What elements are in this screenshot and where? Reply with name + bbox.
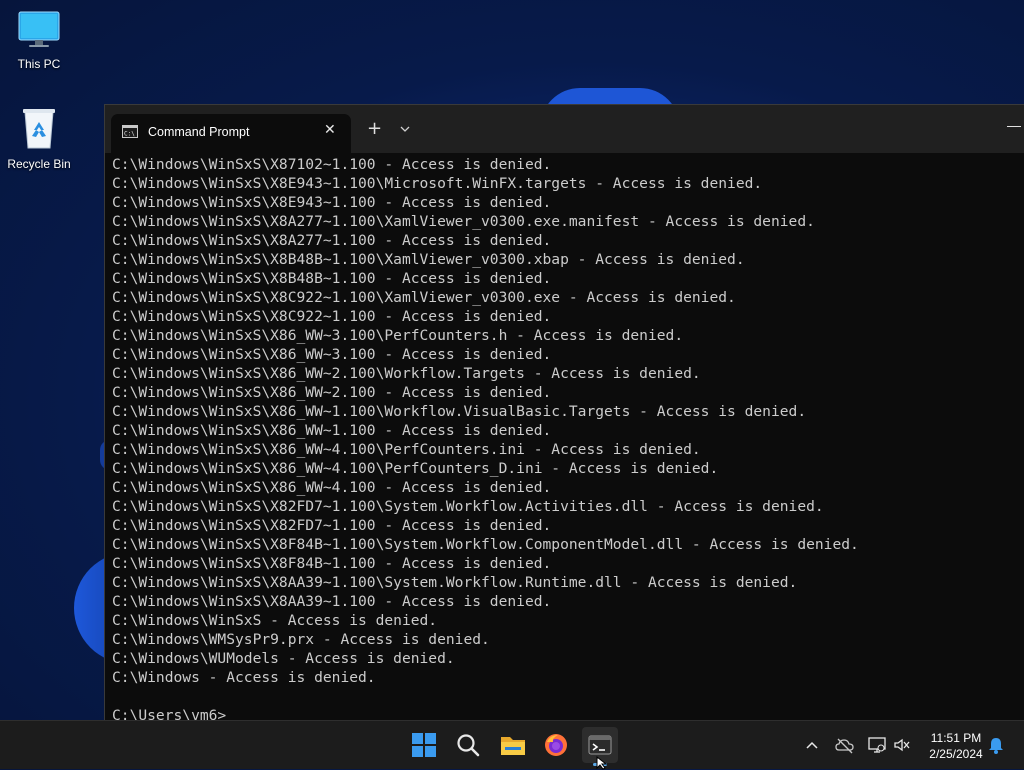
terminal-line: C:\Windows\WinSxS\X8E943~1.100\Microsoft… (112, 175, 763, 192)
chevron-up-icon[interactable] (805, 738, 819, 752)
search-icon (457, 734, 480, 757)
taskbar: 11:51 PM 2/25/2024 (0, 720, 1024, 769)
terminal-icon (588, 735, 612, 755)
terminal-line: C:\Windows\WinSxS\X86_WW~2.100 - Access … (112, 384, 552, 401)
file-explorer-button[interactable] (494, 727, 530, 763)
desktop-icon-label: Recycle Bin (7, 157, 71, 171)
clock-date: 2/25/2024 (929, 747, 983, 761)
firefox-icon (545, 734, 567, 756)
desktop-icon-this-pc[interactable]: This PC (0, 10, 79, 71)
desktop-icon-label: This PC (17, 57, 61, 71)
terminal-line: C:\Windows\WinSxS\X8C922~1.100\XamlViewe… (112, 289, 736, 306)
recycle-bin-icon (23, 109, 55, 149)
taskbar-clock[interactable]: 11:51 PM 2/25/2024 (918, 730, 994, 762)
start-button[interactable] (406, 727, 442, 763)
network-icon[interactable] (867, 736, 887, 754)
terminal-line: C:\Windows\WinSxS\X8AA39~1.100\System.Wo… (112, 574, 798, 591)
terminal-line: C:\Windows\WUModels - Access is denied. (112, 650, 455, 667)
terminal-line: C:\Windows\WinSxS\X8F84B~1.100\System.Wo… (112, 536, 859, 553)
monitor-icon (18, 11, 60, 47)
terminal-window: C:\ Command Prompt ✕ + C:\Windows\WinSxS… (104, 104, 1024, 721)
firefox-button[interactable] (538, 727, 574, 763)
search-button[interactable] (450, 727, 486, 763)
terminal-output[interactable]: C:\Windows\WinSxS\X87102~1.100 - Access … (105, 153, 1024, 721)
terminal-line: C:\Users\vm6> (112, 707, 227, 721)
minimize-button[interactable] (1007, 126, 1021, 127)
chevron-down-icon[interactable] (399, 123, 411, 135)
clock-time: 11:51 PM (930, 731, 982, 745)
terminal-line: C:\Windows\WinSxS - Access is denied. (112, 612, 438, 629)
terminal-line: C:\Windows\WinSxS\X82FD7~1.100 - Access … (112, 517, 552, 534)
terminal-line: C:\Windows\WinSxS\X86_WW~1.100\Workflow.… (112, 403, 807, 420)
desktop-icon-recycle-bin[interactable]: Recycle Bin (0, 106, 79, 171)
terminal-line: C:\Windows\WinSxS\X86_WW~2.100\Workflow.… (112, 365, 701, 382)
terminal-line: C:\Windows\WinSxS\X8B48B~1.100 - Access … (112, 270, 552, 287)
tab-title: Command Prompt (148, 125, 250, 139)
terminal-line: C:\Windows\WinSxS\X86_WW~1.100 - Access … (112, 422, 552, 439)
windows-start-icon (412, 733, 436, 757)
terminal-line: C:\Windows\WinSxS\X8AA39~1.100 - Access … (112, 593, 552, 610)
terminal-line: C:\Windows - Access is denied. (112, 669, 376, 686)
terminal-line: C:\Windows\WinSxS\X87102~1.100 - Access … (112, 156, 552, 173)
terminal-line: C:\Windows\WinSxS\X82FD7~1.100\System.Wo… (112, 498, 824, 515)
terminal-line: C:\Windows\WinSxS\X8A277~1.100\XamlViewe… (112, 213, 815, 230)
terminal-line: C:\Windows\WinSxS\X86_WW~4.100\PerfCount… (112, 460, 719, 477)
close-tab-icon[interactable]: ✕ (324, 122, 336, 138)
tab-command-prompt[interactable]: C:\ Command Prompt ✕ (111, 114, 351, 153)
terminal-line: C:\Windows\WinSxS\X8C922~1.100 - Access … (112, 308, 552, 325)
terminal-line: C:\Windows\WinSxS\X86_WW~3.100\PerfCount… (112, 327, 684, 344)
notification-bell-icon[interactable] (988, 736, 1004, 754)
terminal-line: C:\Windows\WinSxS\X86_WW~3.100 - Access … (112, 346, 552, 363)
terminal-line: C:\Windows\WinSxS\X8E943~1.100 - Access … (112, 194, 552, 211)
cmd-icon: C:\ (122, 125, 138, 138)
terminal-line: C:\Windows\WinSxS\X8A277~1.100 - Access … (112, 232, 552, 249)
terminal-line: C:\Windows\WinSxS\X8B48B~1.100\XamlViewe… (112, 251, 745, 268)
svg-text:C:\: C:\ (124, 131, 135, 138)
new-tab-button[interactable]: + (367, 118, 382, 139)
terminal-line: C:\Windows\WinSxS\X8F84B~1.100 - Access … (112, 555, 552, 572)
title-bar: C:\ Command Prompt ✕ + (105, 105, 1024, 153)
file-explorer-icon (501, 737, 525, 755)
volume-muted-icon[interactable] (893, 736, 911, 754)
terminal-line: C:\Windows\WinSxS\X86_WW~4.100\PerfCount… (112, 441, 701, 458)
terminal-line: C:\Windows\WMSysPr9.prx - Access is deni… (112, 631, 490, 648)
terminal-line: C:\Windows\WinSxS\X86_WW~4.100 - Access … (112, 479, 552, 496)
onedrive-icon[interactable] (835, 736, 855, 754)
